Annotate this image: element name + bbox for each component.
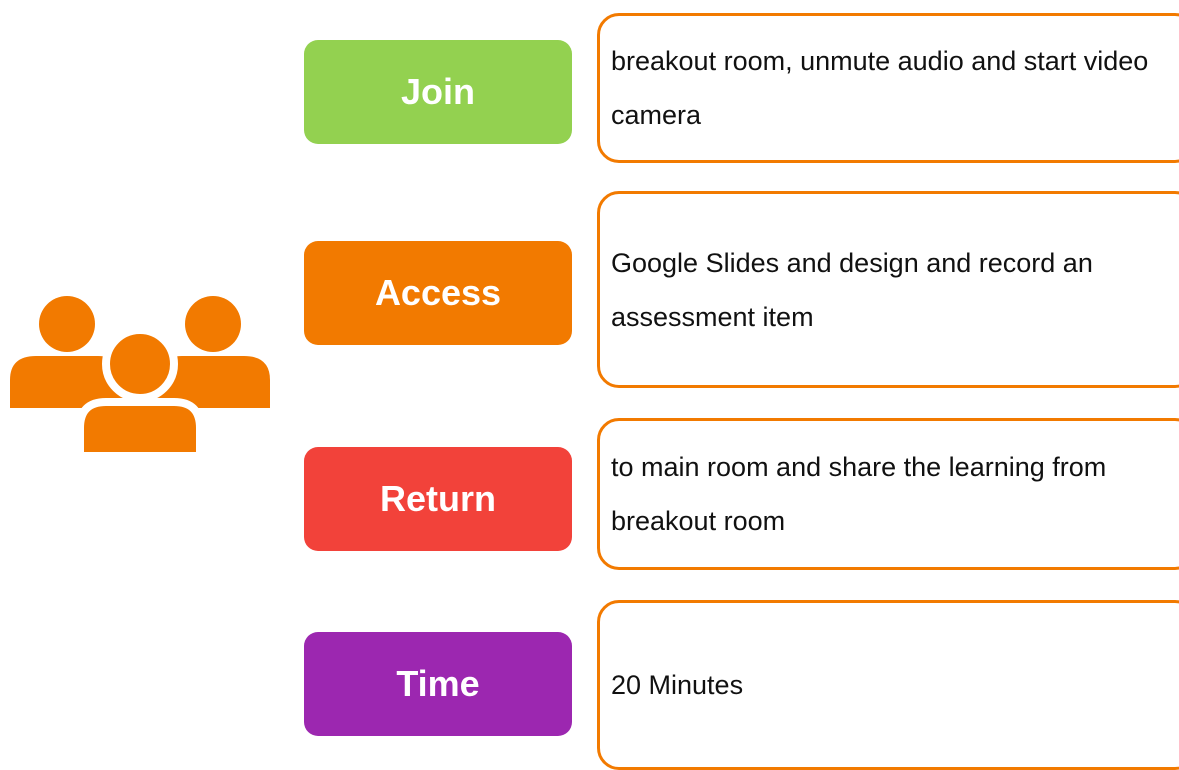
step-label-join: Join — [304, 40, 572, 144]
step-label-time: Time — [304, 632, 572, 736]
step-label-text: Access — [374, 272, 502, 313]
step-label-text: Return — [380, 478, 496, 519]
step-description-text: to main room and share the learning from… — [611, 452, 1114, 536]
step-label-text: Join — [400, 71, 475, 112]
step-description-access: Google Slides and design and record an a… — [597, 191, 1179, 388]
step-description-text: Google Slides and design and record an a… — [611, 247, 1101, 332]
step-description-return: to main room and share the learning from… — [597, 418, 1179, 570]
step-label-access: Access — [304, 241, 572, 345]
step-description-text: 20 Minutes — [611, 670, 744, 700]
step-description-time: 20 Minutes — [597, 600, 1179, 770]
step-label-text: Time — [396, 663, 480, 704]
step-label-return: Return — [304, 447, 572, 551]
step-description-join: breakout room, unmute audio and start vi… — [597, 13, 1179, 163]
group-of-people-icon — [10, 290, 270, 460]
step-description-text: breakout room, unmute audio and start vi… — [611, 46, 1156, 130]
